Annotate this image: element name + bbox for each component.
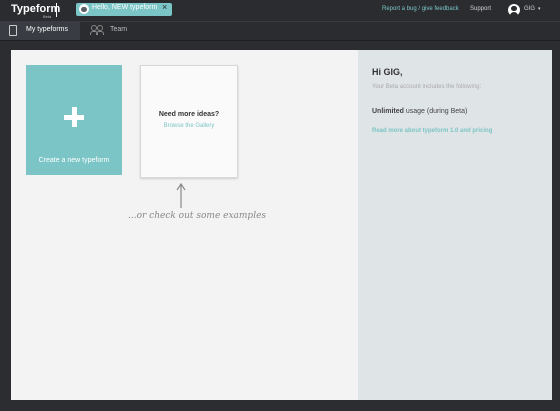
active-typeform-tab[interactable]: Hello, NEW typeform × bbox=[76, 2, 172, 16]
document-icon bbox=[9, 25, 17, 36]
tab-title: Hello, NEW typeform bbox=[92, 4, 158, 11]
chevron-down-icon[interactable]: ▾ bbox=[538, 6, 541, 12]
tab-my-typeforms-label: My typeforms bbox=[26, 26, 69, 33]
greeting: Hi GIG, bbox=[372, 67, 403, 77]
team-icon[interactable] bbox=[90, 25, 104, 35]
examples-hint: ...or check out some examples bbox=[128, 211, 267, 221]
gallery-card[interactable]: Need more ideas? Browse the Gallery bbox=[140, 65, 238, 178]
plus-icon bbox=[64, 107, 84, 127]
logo-divider bbox=[56, 3, 57, 17]
ideas-title: Need more ideas? bbox=[158, 111, 220, 118]
avatar-icon bbox=[79, 4, 89, 14]
main-content: Create a new typeform Need more ideas? B… bbox=[11, 50, 552, 400]
arrow-up-icon bbox=[176, 183, 186, 208]
account-sidebar: Hi GIG, Your Beta account includes the f… bbox=[358, 50, 552, 400]
tab-my-typeforms[interactable]: My typeforms bbox=[0, 22, 80, 40]
top-bar: Typeform Beta Hello, NEW typeform × Repo… bbox=[0, 0, 560, 21]
divider bbox=[0, 40, 560, 41]
tab-team[interactable]: Team bbox=[110, 26, 127, 33]
beta-label: Beta bbox=[43, 14, 52, 19]
support-link[interactable]: Support bbox=[470, 6, 491, 12]
close-icon[interactable]: × bbox=[162, 2, 167, 12]
create-typeform-card[interactable]: Create a new typeform bbox=[26, 65, 122, 175]
read-more-link[interactable]: Read more about typeform 1.0 and pricing bbox=[372, 128, 492, 134]
create-typeform-label: Create a new typeform bbox=[38, 157, 110, 164]
user-menu[interactable]: GIG bbox=[524, 6, 535, 12]
usage-info: Unlimited usage (during Beta) bbox=[372, 108, 467, 115]
typeforms-panel: Create a new typeform Need more ideas? B… bbox=[11, 50, 358, 400]
feedback-link[interactable]: Report a bug / give feedback bbox=[382, 6, 459, 12]
typeform-logo[interactable]: Typeform bbox=[11, 3, 60, 15]
beta-info: Your Beta account includes the following… bbox=[372, 84, 482, 90]
user-avatar-icon[interactable] bbox=[508, 4, 520, 16]
usage-rest: usage (during Beta) bbox=[405, 108, 468, 115]
usage-bold: Unlimited bbox=[372, 108, 404, 115]
browse-gallery-link[interactable]: Browse the Gallery bbox=[141, 123, 237, 129]
nav-bar: My typeforms Team bbox=[0, 21, 560, 41]
